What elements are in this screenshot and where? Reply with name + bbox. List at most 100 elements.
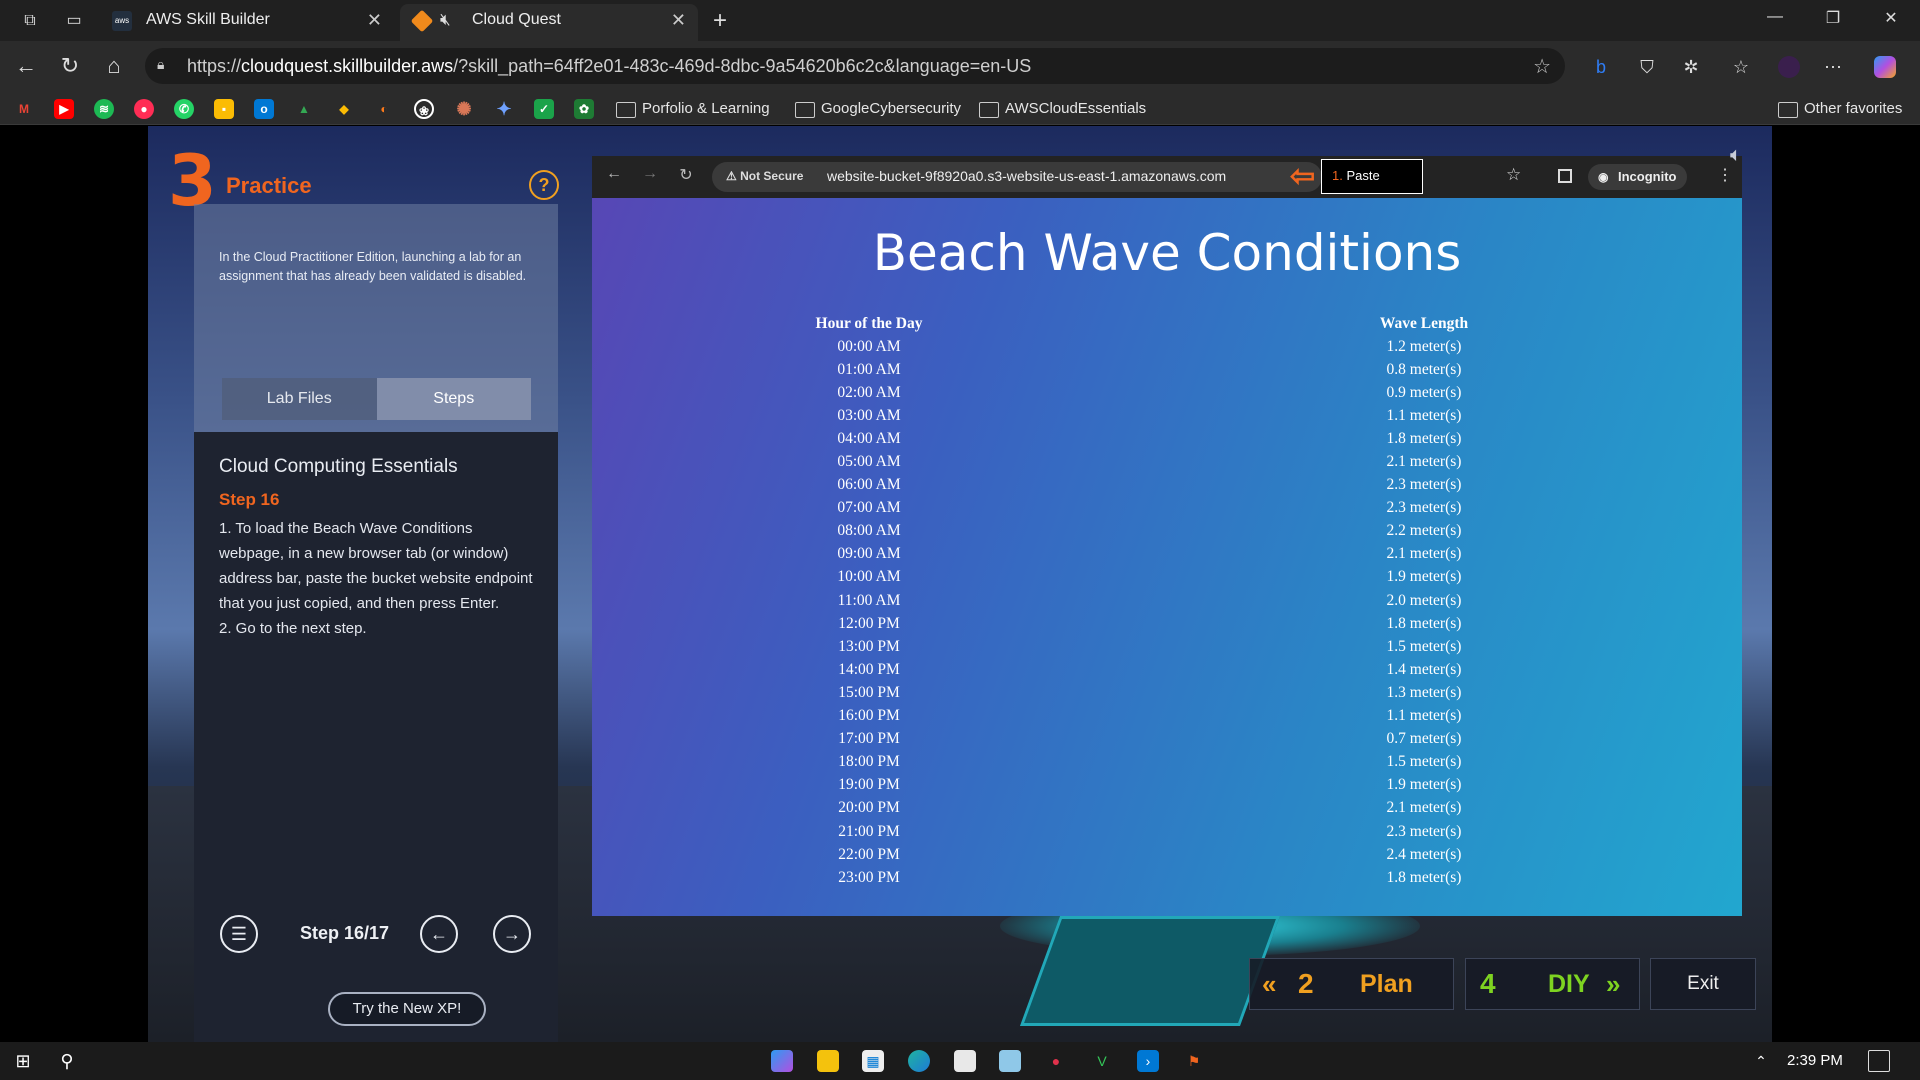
- keep-icon[interactable]: ▪: [214, 99, 234, 119]
- url-text[interactable]: https://cloudquest.skillbuilder.aws/?ski…: [187, 56, 1031, 77]
- spotify-icon[interactable]: ≋: [94, 99, 114, 119]
- youtube-icon[interactable]: ▶: [54, 99, 74, 119]
- restore-icon[interactable]: ❐: [1818, 8, 1848, 28]
- new-tab-icon[interactable]: +: [708, 9, 732, 33]
- hour-cell: 12:00 PM: [838, 614, 900, 632]
- shield-extension-icon[interactable]: ⛉: [1636, 56, 1658, 78]
- copilot-taskbar-icon[interactable]: [771, 1050, 793, 1072]
- pinned-app-icon[interactable]: ⚑: [1183, 1050, 1205, 1072]
- embedded-menu-icon: ⋮: [1717, 167, 1733, 184]
- hour-cell: 03:00 AM: [837, 406, 901, 424]
- taskbar-clock[interactable]: 2:39 PM: [1787, 1052, 1843, 1069]
- address-bar[interactable]: 🔒︎ https://cloudquest.skillbuilder.aws/?…: [145, 48, 1565, 84]
- close-tab-icon[interactable]: ✕: [367, 4, 382, 36]
- file-explorer-icon[interactable]: [817, 1050, 839, 1072]
- tab-lab-files[interactable]: Lab Files: [222, 378, 377, 420]
- muted-speaker-icon[interactable]: 🔇︎: [440, 4, 451, 36]
- hour-cell: 00:00 AM: [837, 337, 901, 355]
- favorite-star-icon[interactable]: ☆: [1533, 54, 1551, 79]
- gmail-icon[interactable]: M: [14, 99, 34, 119]
- outlook-icon[interactable]: o: [254, 99, 274, 119]
- chatgpt-icon[interactable]: ❀: [414, 99, 434, 119]
- bing-extension-icon[interactable]: b: [1590, 56, 1612, 78]
- tab-actions-icon[interactable]: ▭: [62, 9, 86, 33]
- diy-button[interactable]: 4 DIY »: [1465, 958, 1640, 1010]
- tab-steps[interactable]: Steps: [376, 378, 531, 420]
- next-step-icon[interactable]: →: [493, 915, 531, 953]
- chevron-left-double-icon: «: [1262, 969, 1277, 999]
- step-instruction-1: 1. To load the Beach Wave Conditions web…: [219, 520, 533, 612]
- copilot-icon[interactable]: [1874, 56, 1896, 78]
- store-icon[interactable]: ▦: [862, 1050, 884, 1072]
- edge-icon[interactable]: [908, 1050, 930, 1072]
- table-row: 00:00 AM 1.2 meter(s): [728, 335, 1548, 358]
- bookmark-folder-awscloudessentials[interactable]: AWSCloudEssentials: [977, 99, 1146, 119]
- exit-button[interactable]: Exit: [1650, 958, 1756, 1010]
- close-tab-icon[interactable]: ✕: [671, 4, 686, 36]
- hour-cell: 23:00 PM: [838, 868, 900, 886]
- firefox-icon[interactable]: ◐: [374, 99, 394, 119]
- tab-aws-skill-builder[interactable]: aws AWS Skill Builder ✕: [100, 4, 394, 41]
- plan-button[interactable]: « 2 Plan: [1249, 958, 1454, 1010]
- bookmarks-bar: M ▶ ≋ ● ✆ ▪ o ▲ ◆ ◐ ❀ ✺ ✦ ✓ ✿ Porfolio &…: [0, 91, 1920, 125]
- bookmark-folder-other-favorites[interactable]: Other favorites: [1776, 99, 1902, 119]
- wave-length-cell: 1.9 meter(s): [1386, 776, 1462, 794]
- minimize-icon[interactable]: —: [1760, 8, 1790, 26]
- gemini-icon[interactable]: ✦: [494, 99, 514, 119]
- bookmark-folder-portfolio[interactable]: Porfolio & Learning: [614, 99, 770, 119]
- step-counter: Step 16/17: [300, 923, 390, 943]
- app-icon[interactable]: [999, 1050, 1021, 1072]
- favorites-icon[interactable]: ☆: [1730, 56, 1752, 78]
- tab-cloud-quest[interactable]: 🔇︎ Cloud Quest ✕: [400, 4, 698, 41]
- beach-wave-page: Beach Wave Conditions Hour of the Day Wa…: [592, 198, 1742, 916]
- terminal-icon[interactable]: ›: [1137, 1050, 1159, 1072]
- embedded-reload-icon: ↻: [679, 167, 693, 184]
- feedly-icon[interactable]: ✿: [574, 99, 594, 119]
- whatsapp-icon[interactable]: ✆: [174, 99, 194, 119]
- home-icon[interactable]: ⌂: [100, 54, 128, 78]
- table-row: 04:00 AM 1.8 meter(s): [728, 427, 1548, 450]
- profile-avatar[interactable]: [1778, 56, 1800, 78]
- step-list-icon[interactable]: ☰: [220, 915, 258, 953]
- refresh-icon[interactable]: ↻: [56, 54, 84, 78]
- claude-icon[interactable]: ✺: [454, 99, 474, 119]
- embedded-browser: ← → ↻ ⚠ Not Secure website-bucket-9f8920…: [592, 156, 1742, 916]
- step-instruction-2: 2. Go to the next step.: [219, 620, 367, 637]
- bookmark-folder-googlecybersecurity[interactable]: GoogleCybersecurity: [793, 99, 961, 119]
- hour-cell: 10:00 AM: [837, 568, 901, 586]
- back-icon[interactable]: ←: [12, 54, 40, 78]
- notifications-icon[interactable]: [1868, 1050, 1890, 1072]
- wave-length-cell: 1.5 meter(s): [1386, 753, 1462, 771]
- maps-icon[interactable]: ◆: [334, 99, 354, 119]
- table-row: 21:00 PM 2.3 meter(s): [728, 820, 1548, 843]
- workspaces-icon[interactable]: ⧉: [18, 9, 42, 33]
- notepad-icon[interactable]: [954, 1050, 976, 1072]
- drive-icon[interactable]: ▲: [294, 99, 314, 119]
- course-title: Cloud Computing Essentials: [219, 456, 458, 477]
- music-icon[interactable]: ●: [134, 99, 154, 119]
- embedded-url: website-bucket-9f8920a0.s3-website-us-ea…: [827, 168, 1227, 184]
- hour-cell: 19:00 PM: [838, 776, 900, 794]
- cloudquest-icon: [410, 9, 434, 33]
- sound-icon[interactable]: 🔈︎: [1730, 144, 1752, 166]
- vs-icon[interactable]: V: [1091, 1050, 1113, 1072]
- previous-step-icon[interactable]: ←: [420, 915, 458, 953]
- embedded-arrow-icon: ⇦: [1290, 160, 1316, 193]
- help-button[interactable]: ?: [529, 170, 559, 200]
- close-window-icon[interactable]: ✕: [1876, 8, 1906, 28]
- cherry-app-icon[interactable]: ●: [1045, 1050, 1067, 1072]
- search-icon[interactable]: ⚲: [56, 1050, 78, 1072]
- table-row: 05:00 AM 2.1 meter(s): [728, 450, 1548, 473]
- more-menu-icon[interactable]: ⋯: [1822, 56, 1844, 78]
- diy-label: DIY: [1548, 970, 1590, 998]
- tray-chevron-up-icon[interactable]: ⌃: [1750, 1050, 1772, 1072]
- sheets-icon[interactable]: ✓: [534, 99, 554, 119]
- windows-start-icon[interactable]: ⊞: [12, 1050, 34, 1072]
- table-row: 15:00 PM 1.3 meter(s): [728, 681, 1548, 704]
- lock-icon[interactable]: 🔒︎: [157, 56, 175, 74]
- wave-length-cell: 1.8 meter(s): [1386, 868, 1462, 886]
- embedded-star-icon: ☆: [1506, 165, 1522, 184]
- table-row: 18:00 PM 1.5 meter(s): [728, 751, 1548, 774]
- extensions-icon[interactable]: ✲: [1680, 56, 1702, 78]
- try-new-xp-button[interactable]: Try the New XP!: [328, 992, 486, 1026]
